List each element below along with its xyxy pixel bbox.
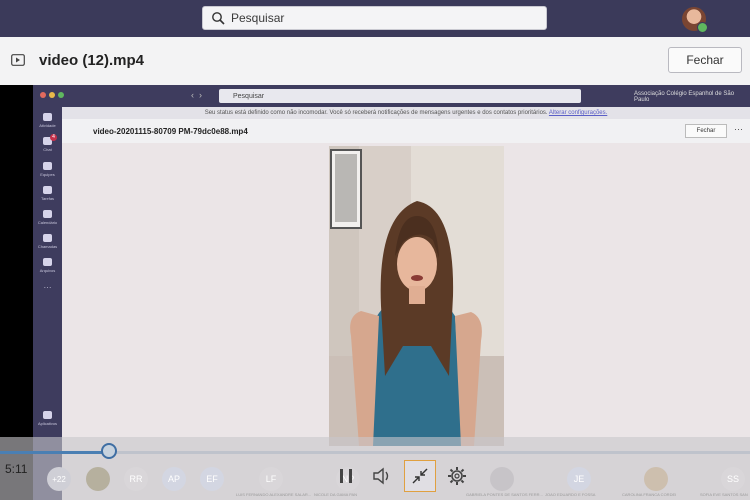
participant-ef[interactable]: EF xyxy=(200,467,224,491)
participant-ss[interactable]: SS xyxy=(721,467,745,491)
calendar-icon xyxy=(43,210,52,218)
participant-ss-caption: SOFIA EVE SANTOS SAN xyxy=(700,492,748,497)
inner-more-icon: ··· xyxy=(734,124,743,134)
video-file-icon xyxy=(11,54,25,66)
participant-lf[interactable]: LF xyxy=(259,467,283,491)
participant-np-caption: NICOLE DA GAMA PAN xyxy=(314,492,358,497)
participant-caption: CAROLINA FRANCA CORDEI xyxy=(622,492,677,497)
rail-item-activity: Atividade xyxy=(33,113,62,128)
rail-item-tasks: Tarefas xyxy=(33,186,62,201)
rail-item-apps: Aplicativos xyxy=(33,411,62,426)
participant-caption: GABRIELA PONTES DE SANTOS FERR... xyxy=(466,492,543,497)
inner-file-title: video-20201115-80709 PM-79dc0e88.mp4 xyxy=(93,127,248,136)
inner-org-name: Associação Colégio Espanhol de São Paulo xyxy=(634,91,735,103)
inner-top-bar: ‹ › Pesquisar Associação Colégio Espanho… xyxy=(33,85,750,107)
participant-je[interactable]: JE xyxy=(567,467,591,491)
rail-item-calendar: Calendário xyxy=(33,210,62,225)
rail-item-more: ··· xyxy=(43,283,52,292)
seek-bar-fill xyxy=(0,451,109,454)
participant-avatar[interactable] xyxy=(86,467,110,491)
file-header: video (12).mp4 Fechar xyxy=(0,37,750,86)
bell-icon xyxy=(43,113,52,121)
search-icon xyxy=(212,12,225,25)
rail-item-calls: Chamadas xyxy=(33,234,62,249)
participant-overflow[interactable]: +22 xyxy=(47,467,71,491)
pause-icon[interactable] xyxy=(336,466,356,486)
presenter-image xyxy=(329,146,504,446)
dnd-banner: Seu status está definido como não incomo… xyxy=(62,107,750,119)
search-bar[interactable]: Pesquisar xyxy=(202,6,547,30)
participant-je-caption: JOAO EDUARDO E FOSSA xyxy=(545,492,596,497)
apps-icon xyxy=(43,411,52,419)
rail-item-chat: Chat 4 xyxy=(33,134,62,152)
participant-avatar[interactable] xyxy=(644,467,668,491)
participant-lf-caption: LUIS FERNANDO ALEXANDRE SALAR... xyxy=(236,492,312,497)
participant-rr[interactable]: RR xyxy=(124,467,148,491)
video-frame xyxy=(329,146,504,446)
file-title: video (12).mp4 xyxy=(39,52,145,69)
phone-icon xyxy=(43,234,52,242)
inner-file-header: video-20201115-80709 PM-79dc0e88.mp4 Fec… xyxy=(62,119,750,143)
close-button[interactable]: Fechar xyxy=(668,47,742,73)
participant-ap[interactable]: AP xyxy=(162,467,186,491)
inner-nav-arrows: ‹ › xyxy=(191,90,202,100)
avatar[interactable] xyxy=(682,7,708,33)
minimize-icon xyxy=(412,468,428,484)
seek-handle[interactable] xyxy=(100,443,117,459)
rail-item-teams: Equipes xyxy=(33,162,62,177)
inner-search-bar: Pesquisar xyxy=(219,89,581,103)
gear-icon[interactable] xyxy=(447,466,467,486)
top-bar: Pesquisar xyxy=(0,0,750,37)
change-settings-link: Alterar configurações. xyxy=(548,110,608,116)
volume-icon[interactable] xyxy=(372,466,392,486)
current-time: 5:11 xyxy=(5,462,28,476)
inner-close-button: Fechar xyxy=(685,124,727,138)
tasks-icon xyxy=(43,186,52,194)
search-placeholder: Pesquisar xyxy=(231,11,285,25)
files-icon xyxy=(43,258,52,266)
rail-item-files: Arquivos xyxy=(33,258,62,273)
teams-icon xyxy=(43,162,52,170)
participant-avatar[interactable] xyxy=(490,467,514,491)
status-available-icon xyxy=(697,22,708,33)
minimize-button[interactable] xyxy=(404,460,436,492)
